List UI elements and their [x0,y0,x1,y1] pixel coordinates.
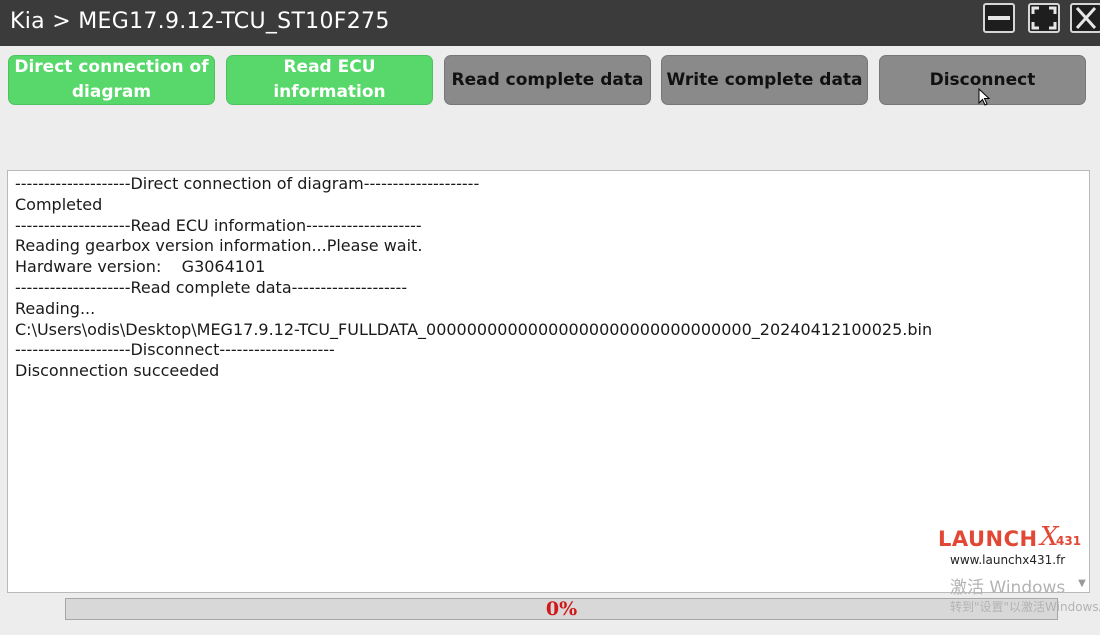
direct-connection-button[interactable]: Direct connection of diagram [8,55,215,105]
close-icon [1075,6,1097,30]
log-line: --------------------Direct connection of… [15,174,480,193]
progress-percent: 0% [545,598,578,620]
title-bar: Kia > MEG17.9.12-TCU_ST10F275 [0,0,1100,46]
launch-logo-suffix: 431 [1056,534,1082,548]
log-line: --------------------Read ECU information… [15,215,422,235]
log-line: Completed [15,194,103,214]
maximize-icon [1031,6,1057,30]
toolbar: Direct connection of diagram Read ECU in… [0,46,1100,116]
write-complete-data-button[interactable]: Write complete data [661,55,868,105]
launch-logo: LAUNCH [938,527,1038,551]
log-line: --------------------Read complete data--… [15,277,408,297]
log-line: Hardware version: G3064101 [15,257,266,277]
log-line: Disconnection succeeded [15,361,220,381]
mouse-cursor-icon [978,88,991,106]
log-line: Reading gearbox version information...Pl… [15,236,423,256]
close-button[interactable] [1070,3,1100,33]
log-line: --------------------Disconnect----------… [15,340,335,360]
minimize-button[interactable] [983,3,1015,33]
minimize-icon [988,16,1010,20]
launch-url: www.launchx431.fr [950,553,1066,567]
window-title: Kia > MEG17.9.12-TCU_ST10F275 [10,9,390,34]
log-line: C:\Users\odis\Desktop\MEG17.9.12-TCU_FUL… [15,319,933,339]
log-output[interactable]: --------------------Direct connection of… [7,170,1090,593]
progress-bar: 0% [65,598,1058,620]
maximize-button[interactable] [1028,3,1060,33]
scroll-down-icon[interactable]: ▼ [1076,578,1088,590]
windows-activation-hint: 转到"设置"以激活Windows。 [950,600,1100,614]
windows-activation-title: 激活 Windows [950,578,1066,598]
read-ecu-info-button[interactable]: Read ECU information [226,55,433,105]
read-complete-data-button[interactable]: Read complete data [444,55,651,105]
log-line: Reading... [15,298,96,318]
